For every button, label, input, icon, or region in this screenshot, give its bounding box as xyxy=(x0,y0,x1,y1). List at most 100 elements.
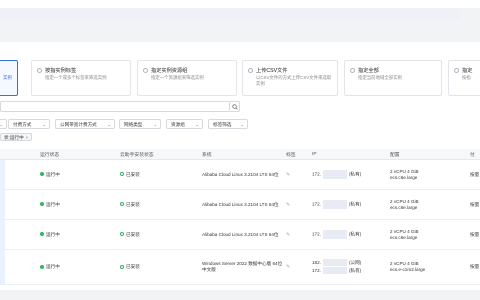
tag-label: 运行中 xyxy=(9,135,24,140)
spec-text: ecs.c6e.large xyxy=(390,234,418,240)
chevron-down-icon: ⌄ xyxy=(195,122,199,127)
top-bar xyxy=(0,0,480,8)
header-config: 配置 xyxy=(390,149,470,160)
cell-os: Alibaba Cloud Linux 3.2104 LTS 64位 xyxy=(202,189,286,220)
cell-pay: 按量 202 xyxy=(470,249,480,285)
edit-icon[interactable]: ✎ xyxy=(286,232,290,238)
header-agent-status: 云助手安装状态 xyxy=(120,149,202,160)
cell-tags[interactable]: ✎ xyxy=(286,159,312,190)
cell-pay: 按量 202 xyxy=(470,219,480,250)
card-desc: 指定一个或多个标签来筛选实例 xyxy=(45,75,107,80)
cell-status: 运行中 xyxy=(40,249,120,285)
cell-agent: 已安装 xyxy=(120,189,202,220)
edit-icon[interactable]: ✎ xyxy=(286,202,290,208)
ip-type: (公网) xyxy=(348,260,362,265)
agent-text: 已安装 xyxy=(126,171,140,177)
status-dot-icon xyxy=(120,172,124,177)
chevron-down-icon: ⌄ xyxy=(0,122,3,127)
card-desc: 指定一个资源组来筛选实例 xyxy=(151,75,204,80)
status-text: 运行中 xyxy=(46,171,60,177)
filter-label: 资源组 xyxy=(171,122,185,127)
search-button[interactable] xyxy=(230,101,240,112)
header-ip: IP xyxy=(312,149,390,160)
radio-icon[interactable] xyxy=(37,68,42,73)
ip-prefix: 182. xyxy=(312,260,321,265)
status-text: 运行中 xyxy=(46,264,60,269)
ip-type: (私有) xyxy=(348,171,362,177)
card-manual-select[interactable]: 实例 xyxy=(0,60,18,96)
cell-tags[interactable]: ✎ xyxy=(286,249,312,285)
spec-text: ecs.c6e.large xyxy=(390,174,418,180)
cell-status: 运行中 xyxy=(40,159,120,190)
ip-type: (私有) xyxy=(348,231,362,237)
agent-text: 已安装 xyxy=(126,264,140,269)
status-text: 运行中 xyxy=(46,201,60,207)
tag-prefix: 状 xyxy=(4,135,9,140)
chevron-down-icon: ⌄ xyxy=(240,122,244,127)
header-search-strip[interactable] xyxy=(0,9,460,21)
card-by-resource-group[interactable]: 指定实例资源组 指定一个资源组来筛选实例 xyxy=(137,60,237,96)
filter-resource-group[interactable]: 资源组 ⌄ xyxy=(166,119,203,129)
ip-mask xyxy=(322,230,347,239)
table-header-row: 运行状态 云助手安装状态 系统 标签 IP 配置 付 xyxy=(0,149,480,160)
cell-select[interactable] xyxy=(0,159,40,190)
selection-method-cards: 实例 按指实例标签 指定一个或多个标签来筛选实例 指定实例资源组 指定一个资源组… xyxy=(0,60,480,100)
spec-text: ecs.c6e.large xyxy=(390,204,418,210)
cell-config: 2 vCPU 4 GiB ecs.c6e.large xyxy=(390,189,470,220)
table-row[interactable]: 运行中 已安装 Alibaba Cloud Linux 3.2104 LTS 6… xyxy=(0,219,480,250)
cell-config: 2 vCPU 4 GiB ecs.c6e.large xyxy=(390,219,470,250)
card-more[interactable]: 指定 按指 xyxy=(448,60,480,96)
status-dot-icon xyxy=(40,232,44,237)
cell-select[interactable] xyxy=(0,219,40,250)
spec-text: ecs.e-c1m2.large xyxy=(390,267,426,272)
table-row[interactable]: 运行中 已安装 Alibaba Cloud Linux 3.2104 LTS 6… xyxy=(0,189,480,220)
edit-icon[interactable]: ✎ xyxy=(286,264,290,270)
table-row[interactable]: 运行中 已安装 Windows Server 2022 数据中心版 64位中文版… xyxy=(0,249,480,285)
edit-icon[interactable]: ✎ xyxy=(286,172,290,178)
ip-prefix: 172. xyxy=(312,171,321,177)
ip-type: (私有) xyxy=(348,201,362,207)
ip-prefix: 172. xyxy=(312,268,321,273)
radio-icon[interactable] xyxy=(248,68,253,73)
header-pay: 付 xyxy=(470,149,480,160)
cell-os: Windows Server 2022 数据中心版 64位中文版 xyxy=(202,249,286,285)
agent-text: 已安装 xyxy=(126,201,140,207)
header-status: 运行状态 xyxy=(40,149,120,160)
filter-label: 公网带宽计费方式 xyxy=(60,122,97,127)
cell-tags[interactable]: ✎ xyxy=(286,189,312,220)
status-dot-icon xyxy=(40,264,44,269)
cell-select[interactable] xyxy=(0,189,40,220)
filter-billing[interactable]: 付费方式 ⌄ xyxy=(8,119,50,129)
table-row[interactable]: 运行中 已安装 Alibaba Cloud Linux 3.2104 LTS 6… xyxy=(0,159,480,190)
status-dot-icon xyxy=(120,264,124,269)
card-by-tag[interactable]: 按指实例标签 指定一个或多个标签来筛选实例 xyxy=(31,60,131,96)
status-dot-icon xyxy=(40,172,44,177)
card-desc: 按指 xyxy=(462,75,471,80)
filter-label: 标签筛选 xyxy=(213,122,232,127)
cell-status: 运行中 xyxy=(40,219,120,250)
filter-tags[interactable]: 标签筛选 ⌄ xyxy=(208,119,248,129)
page-bottom xyxy=(0,290,480,300)
radio-icon[interactable] xyxy=(454,68,459,73)
card-upload-csv[interactable]: 上传CSV文件 以CSV文件的方式上传CSV文件来选取实例 xyxy=(242,60,338,96)
card-select-all[interactable]: 指定全部 指定当前地域全部实例 xyxy=(344,60,442,96)
cell-ip: 172. (私有) xyxy=(312,159,390,190)
cell-tags[interactable]: ✎ xyxy=(286,219,312,250)
cell-status: 运行中 xyxy=(40,189,120,220)
cell-agent: 已安装 xyxy=(120,219,202,250)
card-desc: 实例 xyxy=(3,75,12,80)
active-filter-tag[interactable]: 状:运行中 × xyxy=(0,133,33,141)
filter-partial[interactable]: ⌄ xyxy=(0,119,7,129)
filter-network-type[interactable]: 网络类型 ⌄ xyxy=(119,119,161,129)
close-icon[interactable]: × xyxy=(26,135,29,140)
instance-search-input[interactable] xyxy=(0,101,230,112)
filter-bandwidth-billing[interactable]: 公网带宽计费方式 ⌄ xyxy=(55,119,115,129)
search-icon xyxy=(232,104,238,110)
cell-config: 2 vCPU 4 GiB ecs.e-c1m2.large xyxy=(390,249,470,285)
header-os: 系统 xyxy=(202,149,286,160)
status-text: 运行中 xyxy=(46,231,60,237)
radio-icon[interactable] xyxy=(350,68,355,73)
header-tags: 标签 xyxy=(286,149,312,160)
cell-select[interactable] xyxy=(0,249,40,285)
radio-icon[interactable] xyxy=(143,68,148,73)
